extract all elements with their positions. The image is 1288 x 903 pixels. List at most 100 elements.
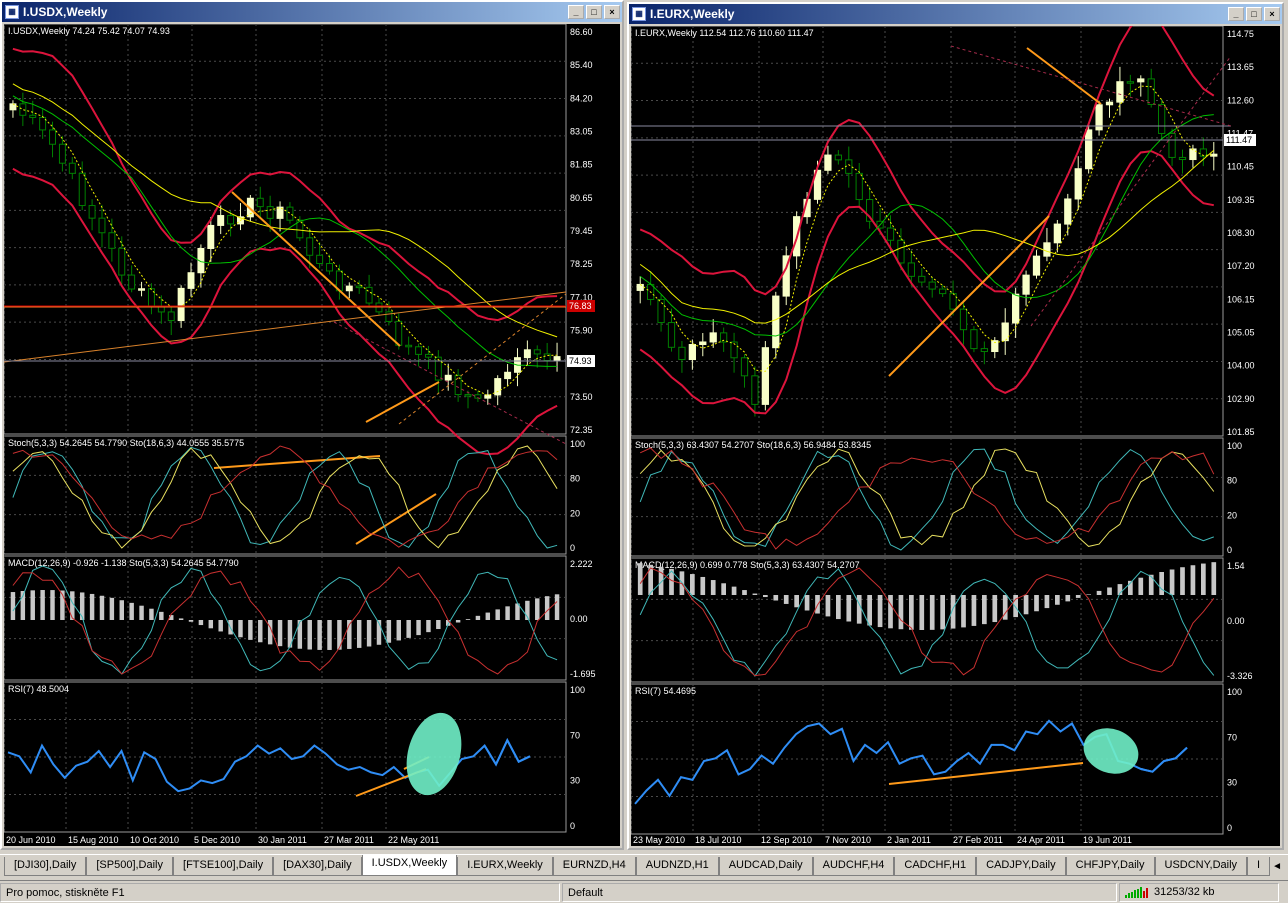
candle-body bbox=[138, 288, 146, 291]
right-chart-svg: I.EURX,Weekly 112.54 112.76 110.60 111.4… bbox=[631, 26, 1256, 845]
candle-body bbox=[928, 281, 936, 290]
rsi-tick: 100 bbox=[570, 685, 585, 695]
connection-traffic-text: 31253/32 kb bbox=[1154, 885, 1215, 898]
usdx-chart-canvas[interactable]: I.USDX,Weekly 74.24 75.42 74.07 74.93 Sto… bbox=[4, 24, 620, 846]
maximize-button[interactable]: □ bbox=[586, 5, 602, 19]
macd-stoch-fast bbox=[12, 565, 558, 675]
maximize-button[interactable]: □ bbox=[1246, 7, 1262, 21]
macd-stoch-fast bbox=[639, 568, 1215, 677]
rsi-tick: 100 bbox=[1227, 687, 1242, 697]
scroll-right-icon[interactable]: ► bbox=[1284, 858, 1288, 876]
chart-window-icon: ▦ bbox=[5, 5, 19, 19]
macd-stoch-signal bbox=[639, 567, 1215, 677]
stoch-main-line bbox=[639, 448, 1215, 547]
chart-tab[interactable]: USDCNY,Daily bbox=[1154, 857, 1248, 876]
eurx-chart-canvas[interactable]: I.EURX,Weekly 112.54 112.76 110.60 111.4… bbox=[631, 26, 1280, 846]
close-button[interactable]: × bbox=[1264, 7, 1280, 21]
candle-body bbox=[1116, 81, 1124, 103]
rsi-line-tail bbox=[1140, 746, 1188, 773]
price-tick: 72.35 bbox=[570, 425, 593, 435]
minimize-button[interactable]: _ bbox=[568, 5, 584, 19]
candle-body bbox=[217, 215, 225, 226]
trend-line bbox=[355, 493, 437, 545]
candle-body bbox=[970, 329, 978, 350]
minimize-button[interactable]: _ bbox=[1228, 7, 1244, 21]
rsi-tick: 30 bbox=[570, 776, 580, 786]
stoch-tick: 20 bbox=[1227, 510, 1237, 520]
usdx-titlebar[interactable]: ▦ I.USDX,Weekly _ □ × bbox=[2, 2, 622, 22]
candle-body bbox=[68, 162, 76, 174]
price-tick: 104.00 bbox=[1227, 361, 1255, 371]
candle-body bbox=[1085, 129, 1093, 170]
candle-body bbox=[98, 217, 106, 234]
rsi-tick: 70 bbox=[1227, 732, 1237, 742]
date-tick: 15 Aug 2010 bbox=[68, 835, 119, 845]
candle-body bbox=[1137, 78, 1145, 83]
chart-tab[interactable]: CADJPY,Daily bbox=[976, 857, 1066, 876]
rsi-highlight-ellipse bbox=[1083, 728, 1139, 774]
candle-body bbox=[444, 374, 452, 381]
chart-tab[interactable]: [FTSE100],Daily bbox=[173, 857, 274, 876]
left-main-label: I.USDX,Weekly 74.24 75.42 74.07 74.93 bbox=[8, 26, 170, 36]
scroll-left-icon[interactable]: ◄ bbox=[1270, 858, 1284, 876]
status-connection: 31253/32 kb bbox=[1119, 882, 1279, 902]
candle-body bbox=[58, 143, 66, 164]
candle-body bbox=[678, 346, 686, 361]
candle-body bbox=[494, 378, 502, 396]
price-tick: 102.90 bbox=[1227, 394, 1255, 404]
candle-body bbox=[29, 114, 37, 118]
candle-body bbox=[19, 103, 27, 116]
chart-tab[interactable]: EURNZD,H4 bbox=[552, 857, 636, 876]
chart-tab[interactable]: I bbox=[1247, 857, 1271, 876]
price-tick: 81.85 bbox=[570, 160, 593, 170]
candle-body bbox=[504, 371, 512, 380]
price-tick: 80.65 bbox=[570, 193, 593, 203]
macd-tick: 2.222 bbox=[570, 559, 593, 569]
candle-body bbox=[355, 285, 363, 289]
chart-tab[interactable]: CADCHF,H1 bbox=[894, 857, 977, 876]
pane-border bbox=[631, 437, 1224, 557]
stoch-tick: 100 bbox=[570, 439, 585, 449]
trend-line bbox=[1026, 47, 1102, 105]
chart-tab[interactable]: [SP500],Daily bbox=[86, 857, 174, 876]
candle-body bbox=[699, 341, 707, 346]
candle-body bbox=[1001, 322, 1009, 342]
channel-line bbox=[333, 321, 567, 445]
candle-body bbox=[1168, 132, 1176, 158]
right-macd-label: MACD(12,26,9) 0.699 0.778 Sto(5,3,3) 63.… bbox=[635, 560, 860, 570]
candle-body bbox=[365, 286, 373, 304]
chart-tab[interactable]: I.USDX,Weekly bbox=[361, 855, 458, 876]
candle-body bbox=[484, 394, 492, 399]
left-chart-svg: I.USDX,Weekly 74.24 75.42 74.07 74.93 Sto… bbox=[4, 24, 596, 845]
chart-tab[interactable]: CHFJPY,Daily bbox=[1065, 857, 1155, 876]
candle-body bbox=[740, 357, 749, 377]
usdx-chart-window[interactable]: ▦ I.USDX,Weekly _ □ × I.USDX,Weekly 74.2… bbox=[0, 0, 624, 850]
date-tick: 7 Nov 2010 bbox=[825, 835, 871, 845]
close-button[interactable]: × bbox=[604, 5, 620, 19]
candle-body bbox=[855, 172, 863, 201]
upper-band-line bbox=[639, 26, 1215, 296]
stoch-tick: 20 bbox=[570, 508, 580, 518]
candle-body bbox=[824, 154, 832, 171]
price-tick: 110.45 bbox=[1227, 162, 1254, 172]
macd-tick: -3.326 bbox=[1227, 671, 1253, 681]
date-tick: 19 Jun 2011 bbox=[1083, 835, 1132, 845]
chart-tab[interactable]: AUDNZD,H1 bbox=[635, 857, 719, 876]
chart-tab[interactable]: [DJI30],Daily bbox=[4, 857, 87, 876]
candle-body bbox=[751, 375, 759, 405]
eurx-chart-window[interactable]: ▦ I.EURX,Weekly _ □ × I.EURX,Weekly 112.… bbox=[627, 2, 1284, 850]
chart-tab[interactable]: [DAX30],Daily bbox=[273, 857, 362, 876]
candle-body bbox=[464, 394, 472, 397]
candle-body bbox=[227, 215, 235, 225]
eurx-titlebar[interactable]: ▦ I.EURX,Weekly _ □ × bbox=[629, 4, 1282, 24]
candle-body bbox=[1032, 255, 1041, 276]
candle-body bbox=[415, 346, 423, 355]
chart-tab[interactable]: I.EURX,Weekly bbox=[457, 857, 553, 876]
date-tick: 2 Jan 2011 bbox=[887, 835, 931, 845]
candle-body bbox=[1074, 168, 1082, 200]
candle-body bbox=[78, 172, 86, 207]
chart-tab[interactable]: AUDCHF,H4 bbox=[812, 857, 895, 876]
candle-body bbox=[1105, 101, 1114, 106]
candle-body bbox=[256, 197, 264, 208]
chart-tab[interactable]: AUDCAD,Daily bbox=[718, 857, 813, 876]
